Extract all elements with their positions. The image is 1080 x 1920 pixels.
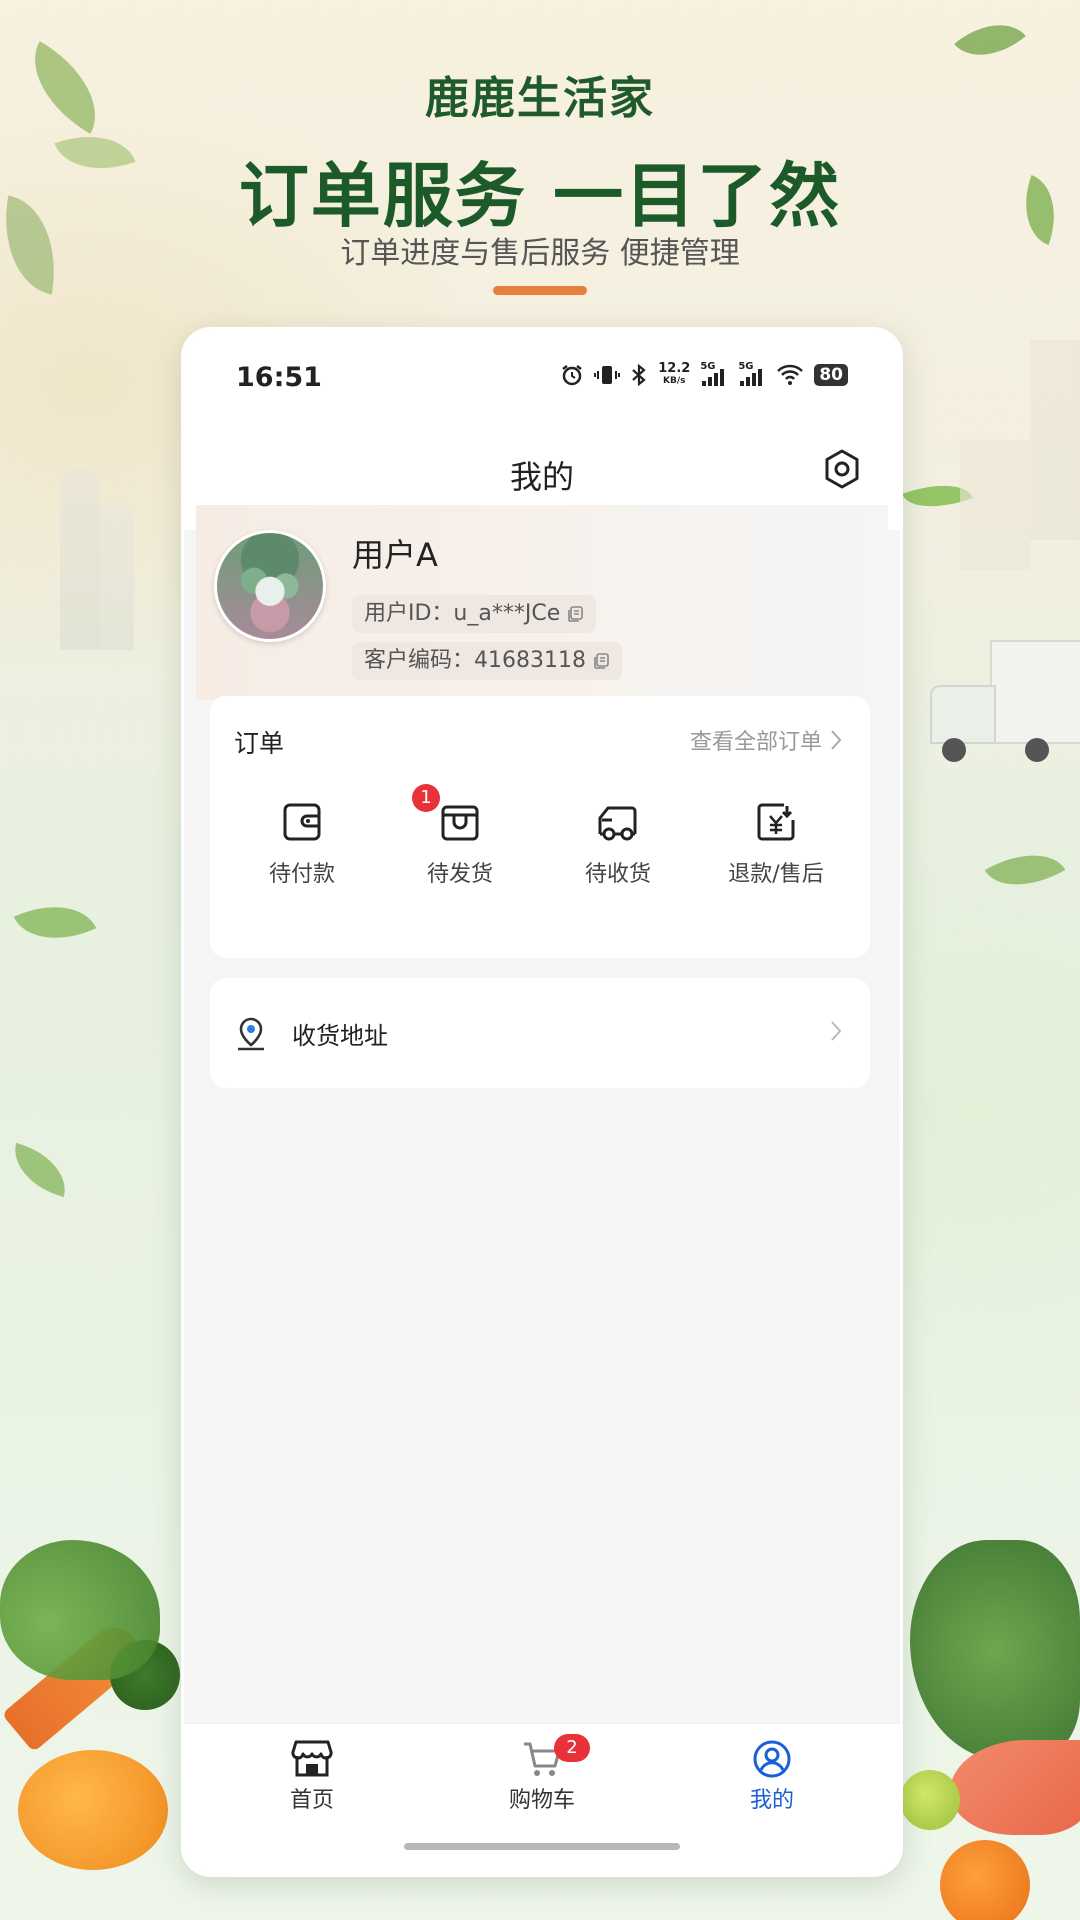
- order-pending-payment[interactable]: 待付款: [232, 800, 372, 888]
- tab-label: 我的: [749, 1788, 794, 1813]
- net-speed-unit: KB/s: [663, 376, 686, 386]
- order-item-label: 待发货: [426, 862, 493, 887]
- order-pending-shipment[interactable]: 待发货 1: [390, 784, 530, 888]
- net-speed-value: 12.2: [658, 361, 691, 376]
- net-speed: 12.2 KB/s: [658, 361, 691, 387]
- signal-icon-2: 5G: [738, 361, 766, 387]
- lime-illustration: [900, 1770, 960, 1830]
- chevron-right-icon: [831, 1021, 842, 1041]
- address-row[interactable]: 收货地址: [210, 978, 870, 1088]
- view-all-orders-link[interactable]: 查看全部订单: [690, 724, 842, 756]
- page-title: 我的: [509, 458, 574, 496]
- city-skyline-decoration: [1030, 340, 1080, 540]
- customer-code-text: 客户编码：41683118: [364, 648, 586, 673]
- view-all-orders-label: 查看全部订单: [689, 730, 822, 755]
- cart-count-badge: 2: [554, 1734, 590, 1762]
- leaf-decoration: [984, 835, 1066, 905]
- orders-title: 订单: [234, 729, 285, 758]
- user-icon: [753, 1740, 791, 1778]
- order-item-label: 退款/售后: [728, 862, 824, 887]
- orange-illustration: [940, 1840, 1030, 1920]
- truck-illustration: [930, 640, 1080, 770]
- pepper-illustration: [18, 1750, 168, 1870]
- lettuce-illustration: [0, 1540, 160, 1680]
- copy-icon[interactable]: [592, 652, 610, 670]
- leaf-decoration: [5, 1142, 75, 1198]
- promo-subline: 订单进度与售后服务 便捷管理: [340, 236, 740, 271]
- tab-home[interactable]: 首页: [242, 1738, 382, 1814]
- refund-icon: [757, 803, 795, 841]
- phone-screen: 16:51 12.2 KB/s 5G 5G 80 我的 用户A 用户ID：u_a…: [181, 327, 903, 1877]
- customer-code-chip[interactable]: 客户编码：41683118: [352, 642, 622, 680]
- orders-card: 订单 查看全部订单 待付款 待发货 1 待收货 退款/售后: [210, 696, 870, 958]
- city-skyline-decoration: [100, 500, 134, 650]
- status-icons: 12.2 KB/s 5G 5G 80: [560, 361, 848, 387]
- address-label: 收货地址: [292, 1022, 388, 1050]
- user-id-chip[interactable]: 用户ID：u_a***JCe: [352, 595, 597, 633]
- battery-icon: 80: [814, 364, 848, 386]
- status-bar: 16:51 12.2 KB/s 5G 5G 80: [184, 330, 900, 430]
- vibrate-icon: [594, 366, 621, 384]
- tab-label: 购物车: [508, 1788, 575, 1813]
- brand-name: 鹿鹿生活家: [425, 73, 655, 124]
- home-indicator[interactable]: [404, 1843, 680, 1850]
- salmon-illustration: [950, 1740, 1080, 1835]
- tab-mine[interactable]: 我的: [702, 1738, 842, 1814]
- pending-shipment-badge: 1: [412, 784, 440, 812]
- username: 用户A: [352, 536, 438, 574]
- order-item-label: 待收货: [584, 862, 651, 887]
- tab-label: 首页: [289, 1788, 334, 1813]
- signal-icon: 5G: [700, 361, 728, 387]
- alarm-icon: [562, 365, 582, 386]
- avatar[interactable]: [214, 530, 326, 642]
- city-skyline-decoration: [60, 470, 100, 650]
- order-refund-aftersale[interactable]: 退款/售后: [706, 800, 846, 888]
- store-icon: [291, 1740, 333, 1777]
- accent-underline: [493, 286, 587, 295]
- status-time: 16:51: [236, 362, 322, 393]
- user-id-text: 用户ID：u_a***JCe: [364, 601, 561, 626]
- bottom-tab-bar: 首页 购物车 2 我的: [184, 1723, 900, 1874]
- location-pin-icon: [238, 1017, 264, 1051]
- tab-cart[interactable]: 购物车 2: [472, 1734, 612, 1814]
- greens-illustration: [910, 1540, 1080, 1760]
- wallet-icon: [283, 803, 321, 841]
- settings-icon[interactable]: [820, 447, 864, 491]
- package-icon: [441, 805, 479, 841]
- wifi-icon: [777, 364, 804, 385]
- truck-icon: [598, 806, 637, 841]
- promo-headline: 订单服务 一目了然: [238, 155, 842, 237]
- bluetooth-icon: [632, 363, 646, 387]
- chevron-right-icon: [831, 730, 842, 750]
- leaf-decoration: [13, 887, 97, 958]
- order-item-label: 待付款: [268, 862, 335, 887]
- order-pending-receipt[interactable]: 待收货: [548, 800, 688, 888]
- city-skyline-decoration: [960, 440, 1030, 570]
- copy-icon[interactable]: [566, 605, 584, 623]
